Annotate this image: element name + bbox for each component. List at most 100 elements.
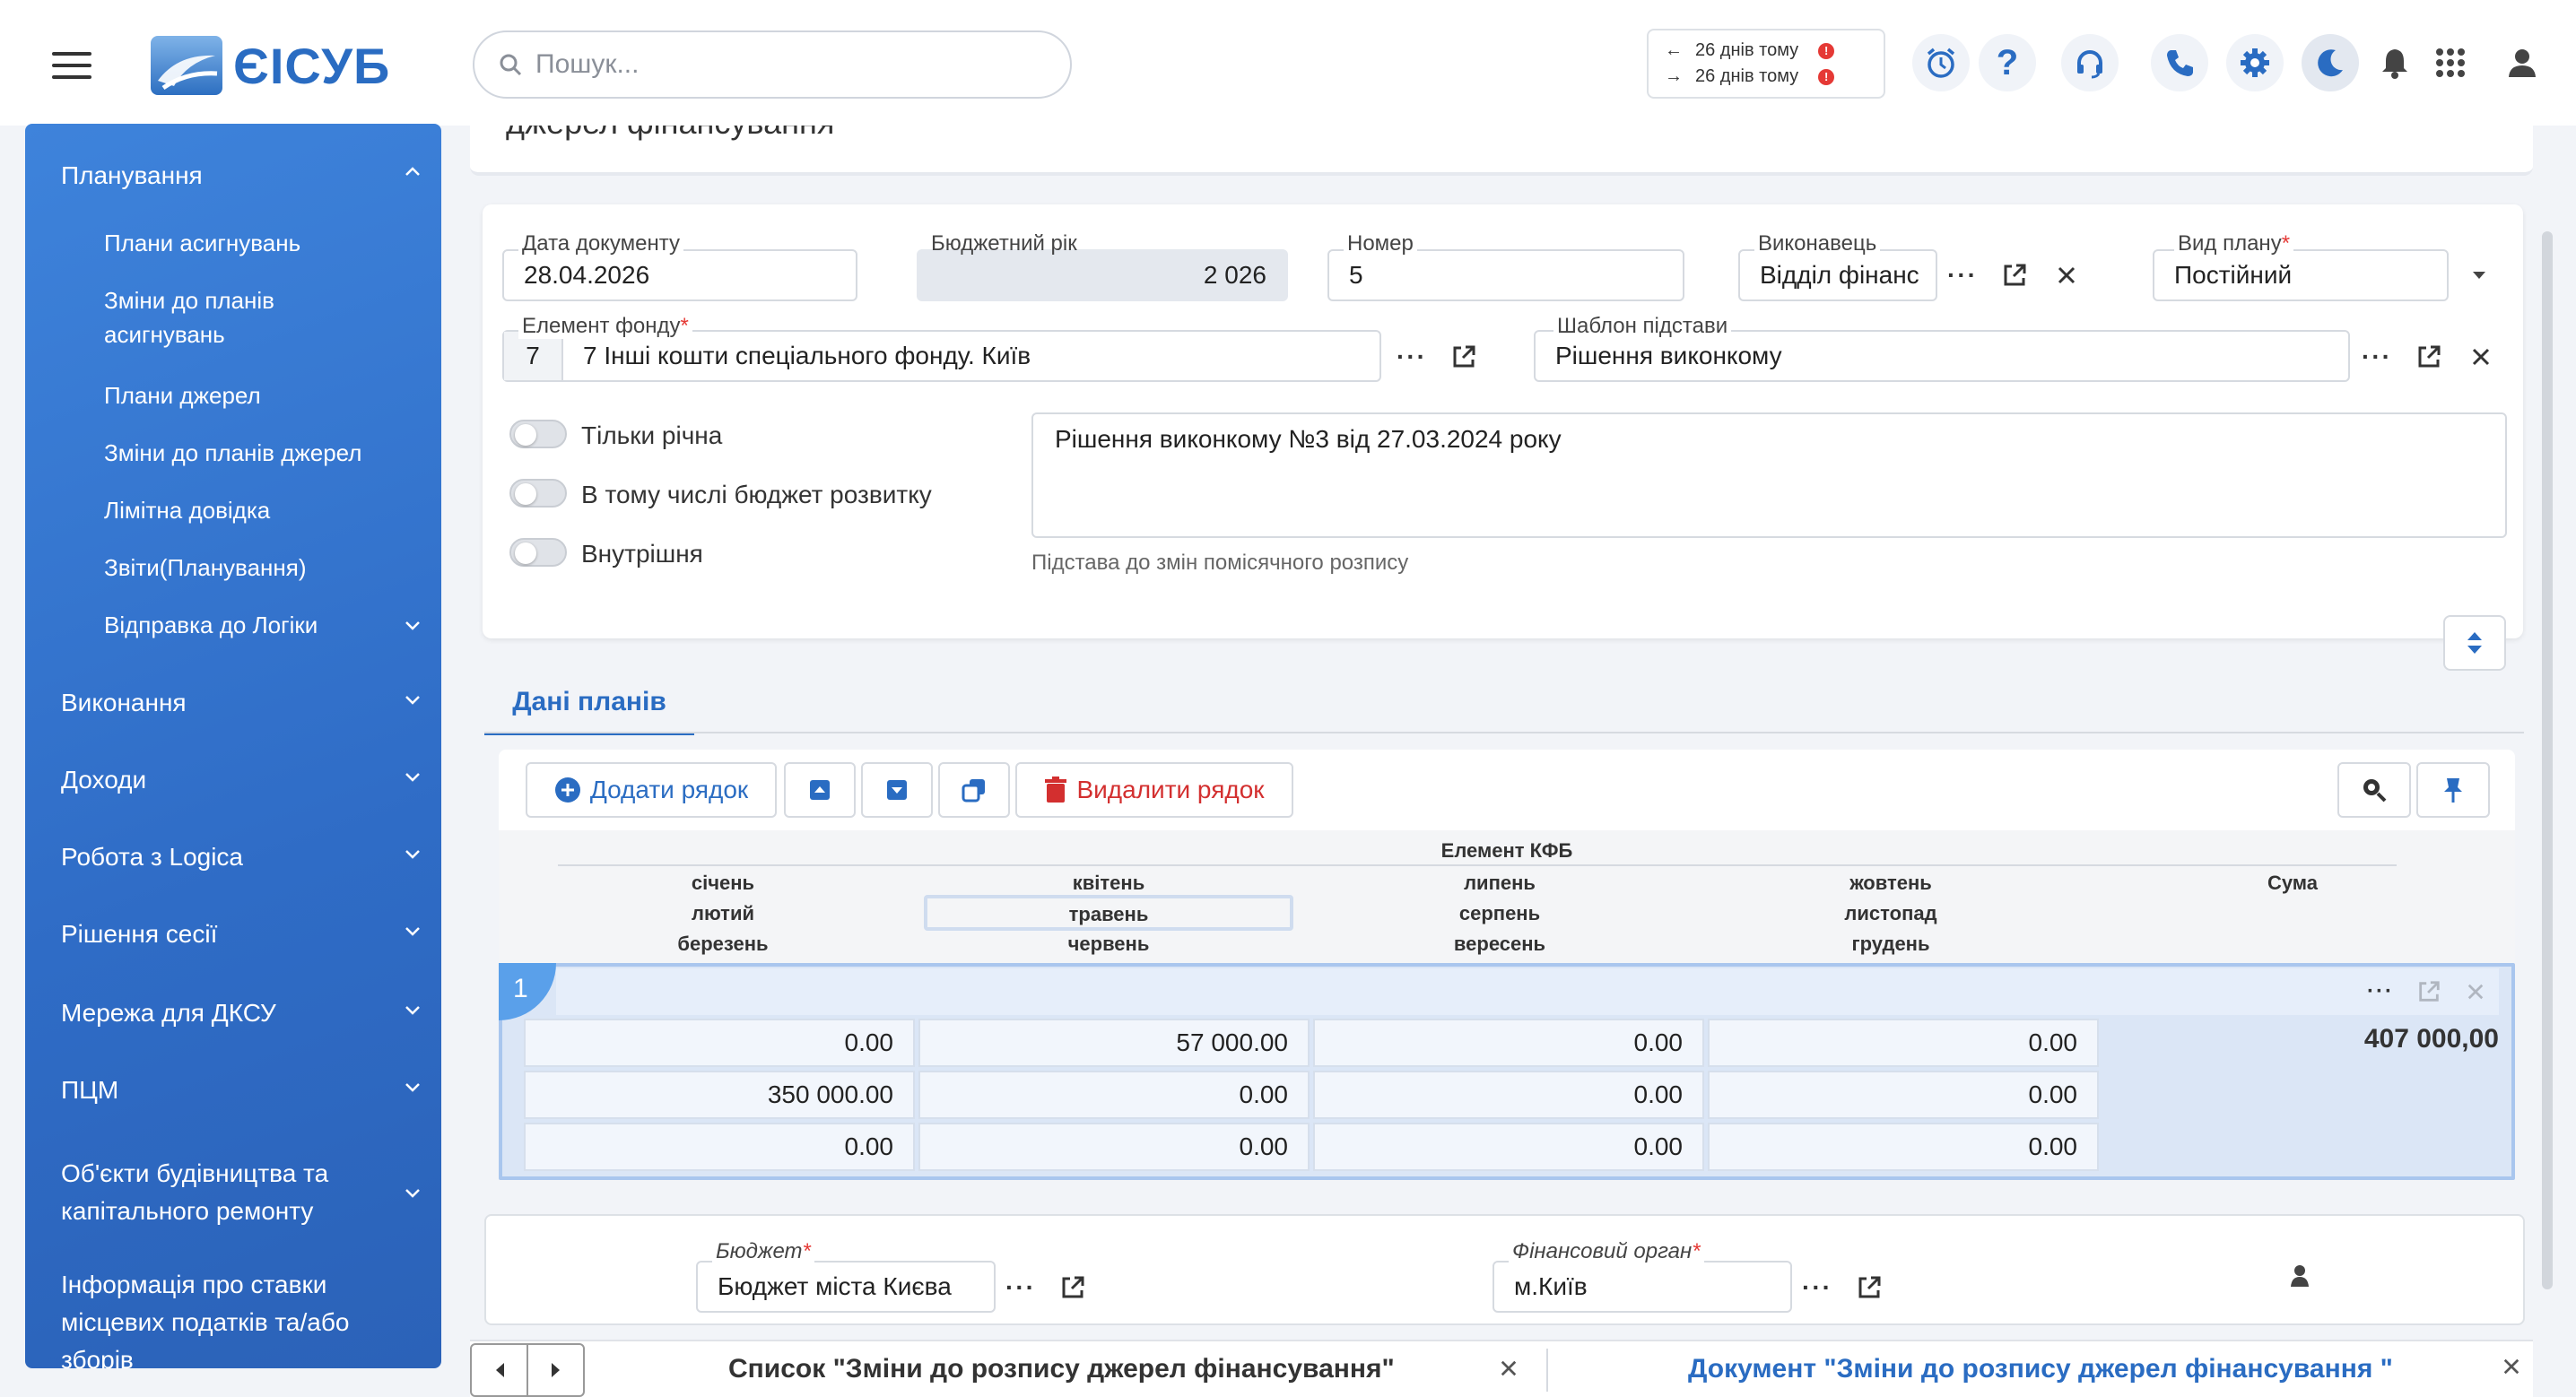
bottom-tab-document[interactable]: Документ "Зміни до розпису джерел фінанс… [1688, 1354, 2393, 1384]
sidebar-section-construction[interactable]: Об'єкти будівництва та капітального ремо… [61, 1155, 423, 1230]
delete-row-button[interactable]: Видалити рядок [1015, 762, 1293, 818]
cell-month[interactable]: 350 000.00 [524, 1071, 915, 1119]
plus-circle-icon [554, 777, 580, 803]
basis-template-open-button[interactable] [2409, 337, 2449, 377]
row-clear-button[interactable] [2456, 972, 2495, 1011]
fund-element-open-button[interactable] [1444, 337, 1484, 377]
sidebar-section-logica[interactable]: Робота з Logica [61, 843, 423, 872]
header-kfb: Елемент КФБ [1440, 839, 1573, 862]
menu-burger-icon[interactable] [52, 52, 91, 79]
fin-org-open-button[interactable] [1849, 1268, 1889, 1307]
cell-month[interactable]: 0.00 [1313, 1123, 1704, 1171]
basis-template-more-button[interactable]: ··· [2357, 337, 2397, 377]
pin-button[interactable] [2416, 762, 2490, 818]
toggle-internal[interactable] [509, 538, 567, 567]
budget-open-button[interactable] [1053, 1268, 1092, 1307]
bottom-tab-list-close[interactable] [1489, 1349, 1528, 1388]
doc-date-field[interactable]: 28.04.2026 [502, 249, 857, 301]
move-row-down-button[interactable] [861, 762, 933, 818]
executor-open-button[interactable] [1995, 256, 2034, 295]
bottom-tab-list[interactable]: Список "Зміни до розпису джерел фінансув… [728, 1354, 1395, 1384]
alarm-clock-icon[interactable] [1912, 34, 1970, 91]
main-scrollbar[interactable] [2542, 231, 2553, 1289]
phone-icon[interactable] [2151, 34, 2208, 91]
executor-clear-button[interactable] [2047, 256, 2086, 295]
toggle-development-budget[interactable] [509, 479, 567, 508]
table-row[interactable]: 1 ··· 0.00 57 000.00 0.00 0.00 407 000,0… [499, 963, 2515, 1180]
apps-grid-icon[interactable] [2422, 34, 2479, 91]
sidebar-item-source-changes[interactable]: Зміни до планів джерел [104, 436, 391, 470]
cell-month[interactable]: 0.00 [1708, 1071, 2099, 1119]
header-month: квітень [1072, 872, 1145, 894]
copy-row-button[interactable] [938, 762, 1010, 818]
budget-field[interactable]: Бюджет міста Києва [696, 1261, 996, 1313]
grid-search-button[interactable] [2337, 762, 2411, 818]
plan-type-select[interactable]: Постійний [2153, 249, 2449, 301]
tab-next-button[interactable] [527, 1345, 583, 1395]
search-box[interactable] [473, 30, 1072, 99]
toggle-annual-only[interactable] [509, 420, 567, 448]
cell-month[interactable]: 0.00 [524, 1123, 915, 1171]
headset-icon[interactable] [2061, 34, 2119, 91]
plan-type-dropdown-button[interactable] [2454, 256, 2504, 295]
move-row-up-button[interactable] [784, 762, 856, 818]
bottom-tab-document-close[interactable] [2492, 1347, 2531, 1386]
row-kfb-cell[interactable] [556, 968, 2499, 1015]
header-month-selected[interactable]: травень [924, 895, 1293, 931]
fund-element-more-button[interactable]: ··· [1392, 337, 1432, 377]
help-icon[interactable]: ? [1979, 34, 2036, 91]
basis-template-clear-button[interactable] [2461, 337, 2501, 377]
cell-month[interactable]: 0.00 [1708, 1123, 2099, 1171]
cell-month[interactable]: 0.00 [1708, 1019, 2099, 1067]
history-back[interactable]: ← 26 днів тому ! [1665, 40, 1867, 61]
cell-month[interactable]: 57 000.00 [918, 1019, 1310, 1067]
navigation-history[interactable]: ← 26 днів тому ! → 26 днів тому ! [1647, 29, 1885, 99]
move-down-icon [887, 780, 907, 800]
moon-icon[interactable] [2302, 34, 2359, 91]
fin-org-more-button[interactable]: ··· [1797, 1268, 1837, 1307]
tab-prev-button[interactable] [472, 1345, 527, 1395]
sidebar-item-source-plans[interactable]: Плани джерел [104, 378, 391, 412]
history-forward[interactable]: → 26 днів тому ! [1665, 66, 1867, 87]
sidebar-section-session-decisions[interactable]: Рішення сесії [61, 920, 423, 949]
number-field[interactable]: 5 [1327, 249, 1684, 301]
search-input[interactable] [535, 49, 1038, 80]
cell-month[interactable]: 0.00 [524, 1019, 915, 1067]
row-more-button[interactable]: ··· [2361, 972, 2400, 1011]
app-logo[interactable]: ЄІСУБ [151, 36, 390, 95]
caret-down-icon [2473, 272, 2485, 279]
close-icon [2472, 348, 2490, 366]
basis-textarea[interactable]: Рішення виконкому №3 від 27.03.2024 року [1031, 412, 2507, 538]
cell-month[interactable]: 0.00 [1313, 1019, 1704, 1067]
sidebar-section-dksu-network[interactable]: Мережа для ДКСУ [61, 999, 423, 1028]
row-open-button[interactable] [2409, 972, 2449, 1011]
fin-org-field[interactable]: м.Київ [1493, 1261, 1792, 1313]
budget-more-button[interactable]: ··· [1001, 1268, 1040, 1307]
executor-field[interactable]: Відділ фінанс [1738, 249, 1937, 301]
cell-month[interactable]: 0.00 [1313, 1071, 1704, 1119]
sidebar-section-income[interactable]: Доходи [61, 766, 423, 794]
tab-plans-data[interactable]: Дані планів [484, 672, 694, 735]
bell-icon[interactable] [2366, 34, 2424, 91]
cell-month[interactable]: 0.00 [918, 1123, 1310, 1171]
user-icon[interactable] [2493, 34, 2551, 91]
sidebar-item-allocation-plans[interactable]: Плани асигнувань [104, 226, 391, 260]
sidebar-section-execution[interactable]: Виконання [61, 689, 423, 717]
executor-more-button[interactable]: ··· [1943, 256, 1982, 295]
collapse-form-button[interactable] [2443, 615, 2506, 671]
sidebar-section-planning[interactable]: Планування [61, 161, 423, 190]
sidebar-item-allocation-changes[interactable]: Зміни до планів асигнувань [104, 283, 391, 351]
person-icon[interactable] [2280, 1255, 2319, 1295]
close-icon [2467, 984, 2484, 1000]
sidebar-item-planning-reports[interactable]: Звіти(Планування) [104, 551, 391, 585]
cell-month[interactable]: 0.00 [918, 1071, 1310, 1119]
sidebar-section-pcm[interactable]: ПЦМ [61, 1076, 423, 1105]
sidebar-item-send-to-logica[interactable]: Відправка до Логіки [104, 608, 423, 642]
add-row-button[interactable]: Додати рядок [526, 762, 777, 818]
gear-icon[interactable] [2226, 34, 2284, 91]
sidebar-item-limit-reference[interactable]: Лімітна довідка [104, 493, 391, 527]
caret-right-icon [551, 1363, 560, 1377]
sidebar-section-local-taxes[interactable]: Інформація про ставки місцевих податків … [61, 1266, 423, 1368]
copy-icon [962, 779, 985, 803]
chevron-down-icon [405, 621, 420, 630]
